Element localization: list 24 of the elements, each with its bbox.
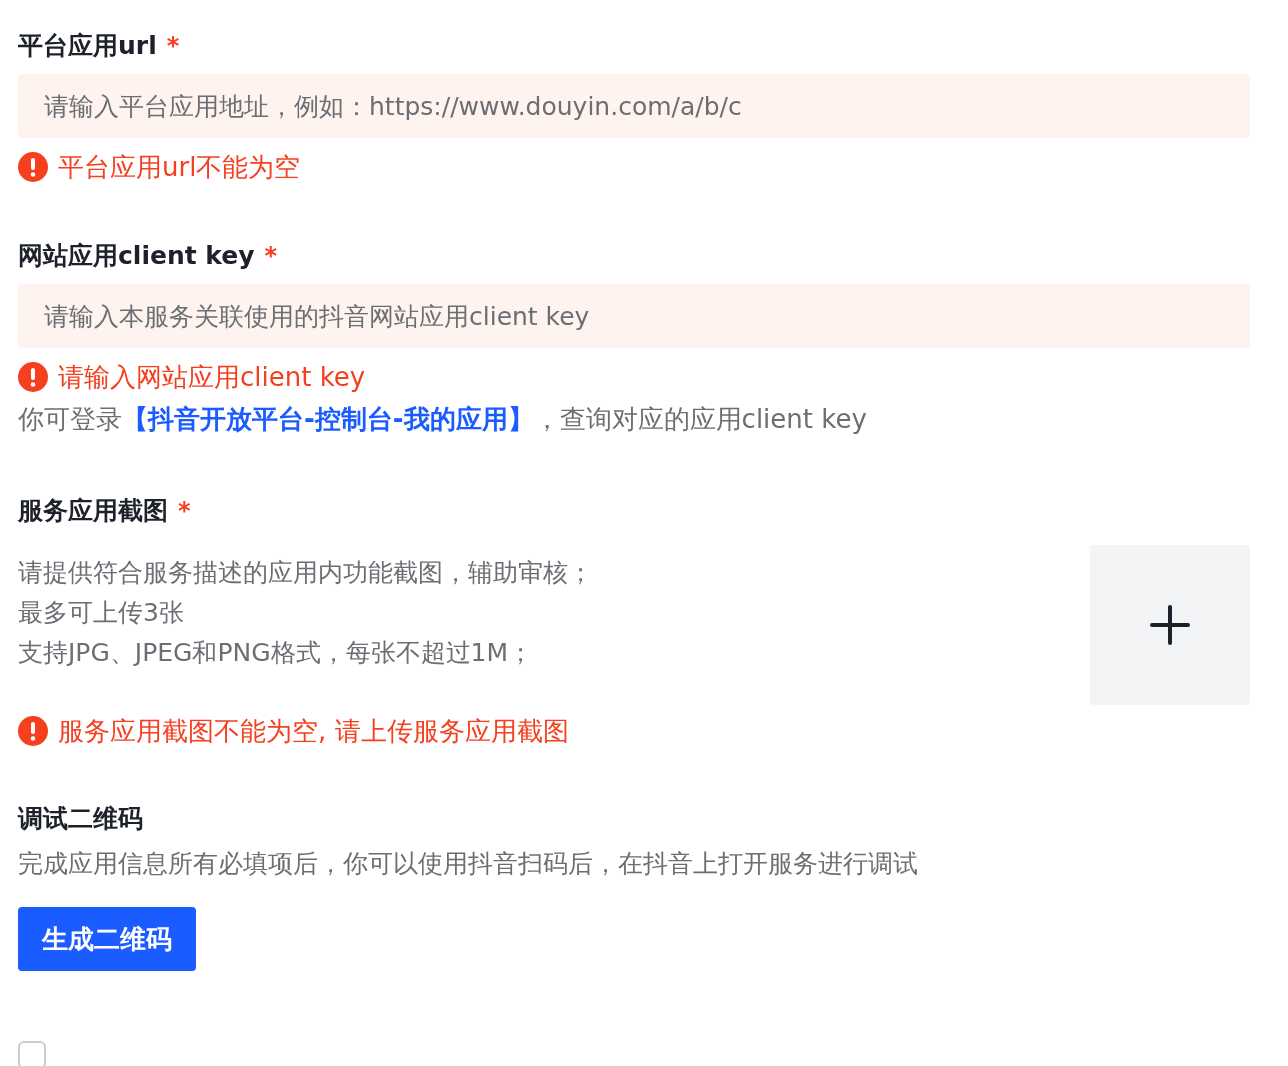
section-description: 完成应用信息所有必填项后，你可以使用抖音扫码后，在抖音上打开服务进行调试 (18, 848, 919, 880)
required-mark: * (264, 242, 278, 270)
required-mark: * (166, 32, 180, 60)
section-title: 调试二维码 (18, 803, 144, 835)
error-message: 请输入网站应用client key (58, 360, 366, 394)
input-field[interactable]: 请输入本服务关联使用的抖音网站应用client key (18, 284, 1250, 348)
field-label: 服务应用截图 (18, 495, 168, 527)
field-label: 网站应用client key (18, 240, 255, 272)
checkbox[interactable] (18, 1041, 46, 1066)
error-message: 平台应用url不能为空 (58, 150, 301, 184)
field-label: 平台应用url (18, 30, 157, 62)
hint-text: 你可登录【抖音开放平台-控制台-我的应用】，查询对应的应用client key (18, 403, 868, 435)
required-mark: * (178, 497, 191, 525)
upload-button[interactable] (1090, 545, 1250, 705)
console-link[interactable]: 【抖音开放平台-控制台-我的应用】 (122, 404, 534, 434)
upload-description: 请提供符合服务描述的应用内功能截图，辅助审核；最多可上传3张 (18, 557, 594, 629)
error-icon (18, 152, 48, 182)
plus-icon (1150, 605, 1190, 645)
error-icon (18, 716, 48, 746)
generate-qrcode-button[interactable]: 生成二维码 (18, 907, 196, 971)
error-icon (18, 362, 48, 392)
error-message: 服务应用截图不能为空, 请上传服务应用截图 (58, 714, 569, 748)
upload-description: 支持JPG、JPEG和PNG格式，每张不超过1M； (18, 637, 535, 669)
input-field[interactable]: 请输入平台应用地址，例如：https://www.douyin.com/a/b/c (18, 74, 1250, 138)
